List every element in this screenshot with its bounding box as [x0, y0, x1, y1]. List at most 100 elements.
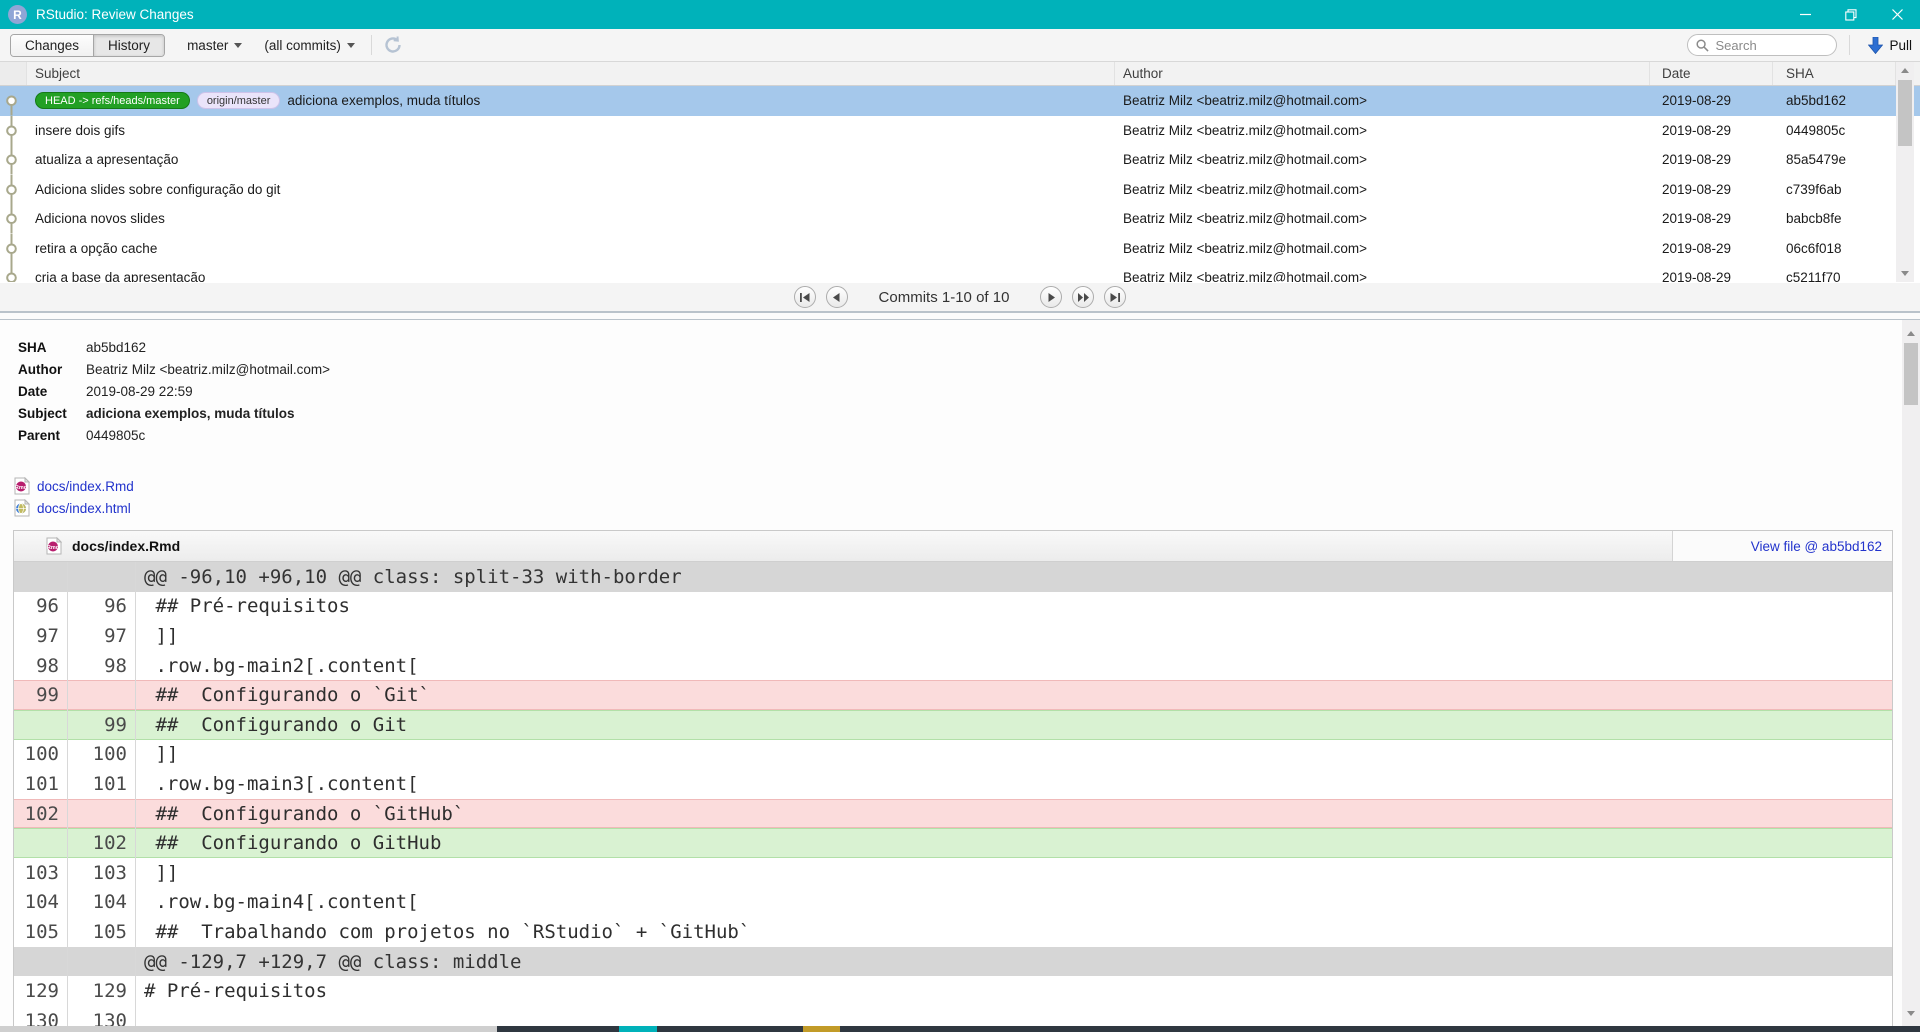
refresh-button[interactable]	[382, 34, 404, 56]
changed-file-link: docs/index.html	[14, 497, 134, 519]
ref-badge: HEAD -> refs/heads/master	[35, 92, 190, 109]
commit-filter-dropdown[interactable]: (all commits)	[264, 38, 355, 53]
detail-pane-scrollbar[interactable]	[1902, 320, 1920, 1026]
detail-value: 2019-08-29 22:59	[86, 380, 330, 402]
old-line-number: 96	[14, 592, 68, 622]
detail-label: Parent	[18, 424, 86, 446]
new-line-number	[68, 562, 136, 592]
new-line-number	[68, 799, 136, 829]
column-header-sha: SHA	[1773, 62, 1896, 85]
scroll-up-arrow[interactable]	[1902, 326, 1920, 341]
commit-row[interactable]: insere dois gifsBeatriz Milz <beatriz.mi…	[0, 116, 1920, 146]
commit-row[interactable]: cria a base da apresentaçãoBeatriz Milz …	[0, 263, 1920, 282]
old-line-number: 103	[14, 858, 68, 888]
old-line-number: 100	[14, 740, 68, 770]
rstudio-review-changes-window: R RStudio: Review Changes Changes Histor…	[0, 0, 1920, 1032]
search-icon	[1696, 39, 1709, 52]
taskbar-segment	[619, 1026, 657, 1032]
pull-button-label: Pull	[1889, 38, 1912, 53]
window-controls	[1782, 0, 1920, 29]
column-header-graph	[0, 62, 27, 85]
branch-dropdown[interactable]: master	[187, 38, 242, 53]
view-file-zone: View file @ ab5bd162	[1672, 531, 1892, 561]
commit-row[interactable]: Adiciona novos slidesBeatriz Milz <beatr…	[0, 204, 1920, 234]
diff-line-text: ## Trabalhando com projetos no `RStudio`…	[136, 921, 750, 943]
branch-dropdown-label: master	[187, 38, 228, 53]
commit-table-header: Subject Author Date SHA	[0, 62, 1920, 86]
commit-sha: babcb8fe	[1773, 211, 1896, 226]
new-line-number: 96	[68, 592, 136, 622]
commit-subject-cell: Adiciona novos slides	[27, 211, 1115, 226]
commit-table-scrollbar[interactable]	[1896, 62, 1914, 282]
diff-line: 102 ## Configurando o GitHub	[14, 828, 1892, 858]
diff-viewer: Rmd docs/index.Rmd View file @ ab5bd162 …	[13, 530, 1893, 1026]
chevron-down-icon	[234, 43, 242, 48]
new-line-number	[68, 680, 136, 710]
commit-row[interactable]: Adiciona slides sobre configuração do gi…	[0, 175, 1920, 205]
tab-changes[interactable]: Changes	[11, 35, 93, 56]
diff-line: 130130	[14, 1006, 1892, 1026]
scroll-down-arrow[interactable]	[1902, 1006, 1920, 1021]
commit-graph-node	[0, 234, 27, 264]
scroll-up-arrow[interactable]	[1896, 63, 1914, 78]
diff-line-text: ## Pré-requisitos	[136, 595, 350, 617]
diff-file-name: docs/index.Rmd	[72, 538, 180, 554]
view-file-link[interactable]: View file @ ab5bd162	[1751, 539, 1882, 554]
commit-subject: cria a base da apresentação	[35, 270, 205, 282]
diff-line-text: # Pré-requisitos	[136, 980, 327, 1002]
previous-page-button[interactable]	[826, 286, 848, 308]
file-link-text[interactable]: docs/index.html	[37, 501, 131, 516]
commit-subject: Adiciona slides sobre configuração do gi…	[35, 182, 280, 197]
old-line-number: 97	[14, 621, 68, 651]
commit-subject-cell: atualiza a apresentação	[27, 152, 1115, 167]
diff-line-text: @@ -96,10 +96,10 @@ class: split-33 with…	[136, 566, 682, 588]
new-line-number: 99	[68, 710, 136, 740]
new-line-number: 129	[68, 976, 136, 1006]
commit-row[interactable]: HEAD -> refs/heads/masterorigin/masterad…	[0, 86, 1920, 116]
diff-line: 100100 ]]	[14, 740, 1892, 770]
first-page-button[interactable]	[794, 286, 816, 308]
commit-sha: ab5bd162	[1773, 93, 1896, 108]
scrollbar-thumb[interactable]	[1898, 80, 1912, 146]
toolbar: Changes History master (all commits)	[0, 29, 1920, 62]
detail-label: Subject	[18, 402, 86, 424]
detail-value: 0449805c	[86, 424, 330, 446]
commit-author: Beatriz Milz <beatriz.milz@hotmail.com>	[1115, 211, 1650, 226]
search-box[interactable]	[1687, 34, 1837, 56]
scrollbar-thumb[interactable]	[1904, 343, 1918, 405]
commit-date: 2019-08-29	[1650, 182, 1773, 197]
new-line-number: 101	[68, 769, 136, 799]
commit-subject: atualiza a apresentação	[35, 152, 178, 167]
new-line-number: 105	[68, 917, 136, 947]
file-link-text[interactable]: docs/index.Rmd	[37, 479, 134, 494]
minimize-button[interactable]	[1782, 0, 1828, 29]
toolbar-separator	[1849, 35, 1850, 55]
pane-splitter[interactable]	[0, 312, 1920, 320]
commit-date: 2019-08-29	[1650, 270, 1773, 282]
diff-lines: @@ -96,10 +96,10 @@ class: split-33 with…	[14, 562, 1892, 1026]
pull-button[interactable]: Pull	[1868, 37, 1912, 54]
commit-date: 2019-08-29	[1650, 152, 1773, 167]
fast-forward-button[interactable]	[1072, 286, 1094, 308]
restore-button[interactable]	[1828, 0, 1874, 29]
title-bar: R RStudio: Review Changes	[0, 0, 1920, 29]
html-file-icon	[14, 499, 30, 517]
commit-row[interactable]: retira a opção cacheBeatriz Milz <beatri…	[0, 234, 1920, 264]
taskbar-edge	[0, 1026, 1920, 1032]
commit-subject-cell: cria a base da apresentação	[27, 270, 1115, 282]
scroll-down-arrow[interactable]	[1896, 266, 1914, 281]
pagination-bar: Commits 1-10 of 10	[0, 283, 1920, 312]
diff-line-text: ## Configurando o `Git`	[136, 684, 430, 706]
commit-sha: c739f6ab	[1773, 182, 1896, 197]
commit-subject: retira a opção cache	[35, 241, 157, 256]
commit-row[interactable]: atualiza a apresentaçãoBeatriz Milz <bea…	[0, 145, 1920, 175]
next-page-button[interactable]	[1040, 286, 1062, 308]
search-input[interactable]	[1715, 38, 1825, 53]
diff-line: 129129# Pré-requisitos	[14, 976, 1892, 1006]
last-page-button[interactable]	[1104, 286, 1126, 308]
commit-sha: 06c6f018	[1773, 241, 1896, 256]
tab-history[interactable]: History	[93, 35, 164, 56]
close-button[interactable]	[1874, 0, 1920, 29]
old-line-number: 105	[14, 917, 68, 947]
column-header-subject: Subject	[27, 62, 1115, 85]
